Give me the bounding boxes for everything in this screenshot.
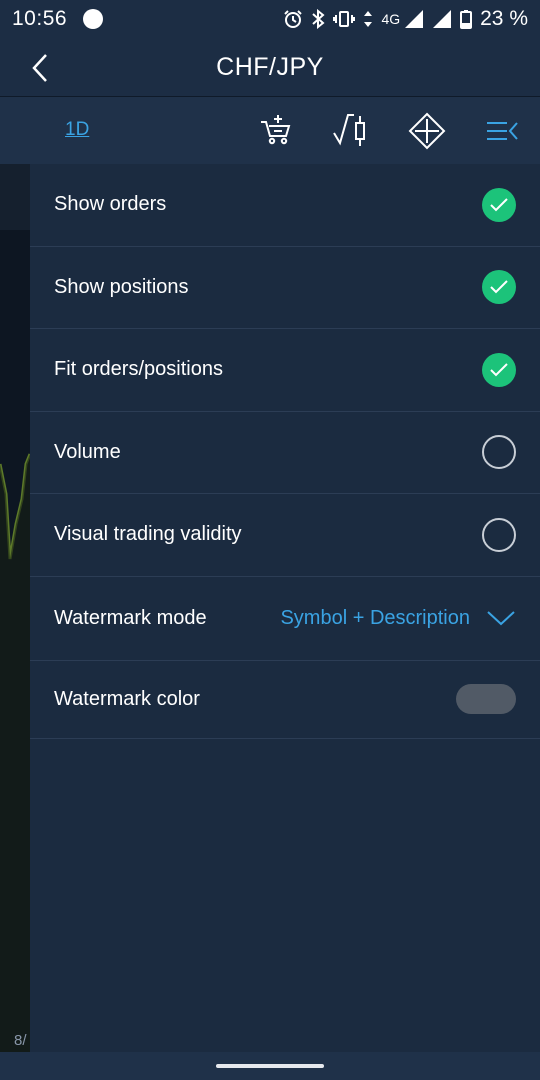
chart-area[interactable]: 8/ xyxy=(0,164,30,1052)
indicators-button[interactable] xyxy=(331,111,371,151)
bluetooth-icon xyxy=(312,9,325,29)
fit-orders-positions-row[interactable]: Fit orders/positions xyxy=(30,329,540,412)
vibrate-icon xyxy=(333,11,356,27)
fit-orders-positions-label: Fit orders/positions xyxy=(54,358,223,381)
home-indicator[interactable] xyxy=(216,1064,324,1068)
chart-date-label: 8/ xyxy=(14,1032,27,1049)
alarm-icon xyxy=(284,10,303,28)
chevron-down-icon[interactable] xyxy=(486,608,516,628)
chart-toolbar: 1D xyxy=(0,96,540,164)
move-arrows-icon xyxy=(408,112,446,150)
menu-collapse-icon xyxy=(487,122,518,140)
settings-menu-button[interactable] xyxy=(482,111,522,151)
volume-label: Volume xyxy=(54,440,121,463)
indicator-icon xyxy=(333,114,365,146)
status-time: 10:56 xyxy=(12,7,68,30)
network-type: 4G xyxy=(381,11,401,27)
watermark-color-swatch[interactable] xyxy=(456,684,516,714)
checkmark-icon xyxy=(490,363,508,377)
price-line xyxy=(0,453,30,1052)
show-orders-checkbox[interactable] xyxy=(482,187,516,222)
status-icons: 4G 23 % xyxy=(283,7,528,31)
back-button[interactable] xyxy=(22,48,58,88)
fit-orders-positions-checkbox[interactable] xyxy=(482,352,516,387)
visual-trading-validity-row[interactable]: Visual trading validity xyxy=(30,494,540,577)
visual-trading-validity-checkbox[interactable] xyxy=(482,517,516,552)
signal-icon-2 xyxy=(433,10,452,28)
battery-percent: 23 % xyxy=(480,7,528,30)
timeframe-selector[interactable]: 1D xyxy=(65,119,89,141)
status-bar: 10:56 4G 23 % xyxy=(0,0,540,38)
chevron-left-icon xyxy=(32,54,47,82)
show-positions-checkbox[interactable] xyxy=(482,270,516,305)
data-arrows-icon xyxy=(364,11,373,27)
checkmark-icon xyxy=(490,198,508,212)
signal-icon xyxy=(405,10,424,28)
checkmark-icon xyxy=(490,280,508,294)
notification-dot-icon xyxy=(83,9,104,29)
cart-add-icon xyxy=(261,115,291,145)
watermark-mode-row[interactable]: Watermark mode Symbol + Description xyxy=(30,577,540,661)
battery-icon xyxy=(460,10,473,29)
watermark-color-row[interactable]: Watermark color xyxy=(30,661,540,739)
new-order-button[interactable] xyxy=(256,111,296,151)
visual-trading-validity-label: Visual trading validity xyxy=(54,523,242,546)
volume-row[interactable]: Volume xyxy=(30,412,540,494)
show-orders-label: Show orders xyxy=(54,193,167,216)
app-bar: CHF/JPY xyxy=(0,38,540,96)
show-positions-label: Show positions xyxy=(54,275,189,298)
watermark-mode-select[interactable]: Symbol + Description xyxy=(280,607,470,630)
watermark-color-label: Watermark color xyxy=(54,687,200,710)
volume-checkbox[interactable] xyxy=(482,435,516,470)
watermark-mode-label: Watermark mode xyxy=(54,606,207,629)
system-nav-bar xyxy=(0,1052,540,1080)
chart-settings-panel: Show orders Show positions Fit orders/po… xyxy=(30,164,540,1052)
page-title: CHF/JPY xyxy=(216,52,324,81)
crosshair-move-button[interactable] xyxy=(407,111,447,151)
show-positions-row[interactable]: Show positions xyxy=(30,247,540,329)
show-orders-row[interactable]: Show orders xyxy=(30,164,540,247)
